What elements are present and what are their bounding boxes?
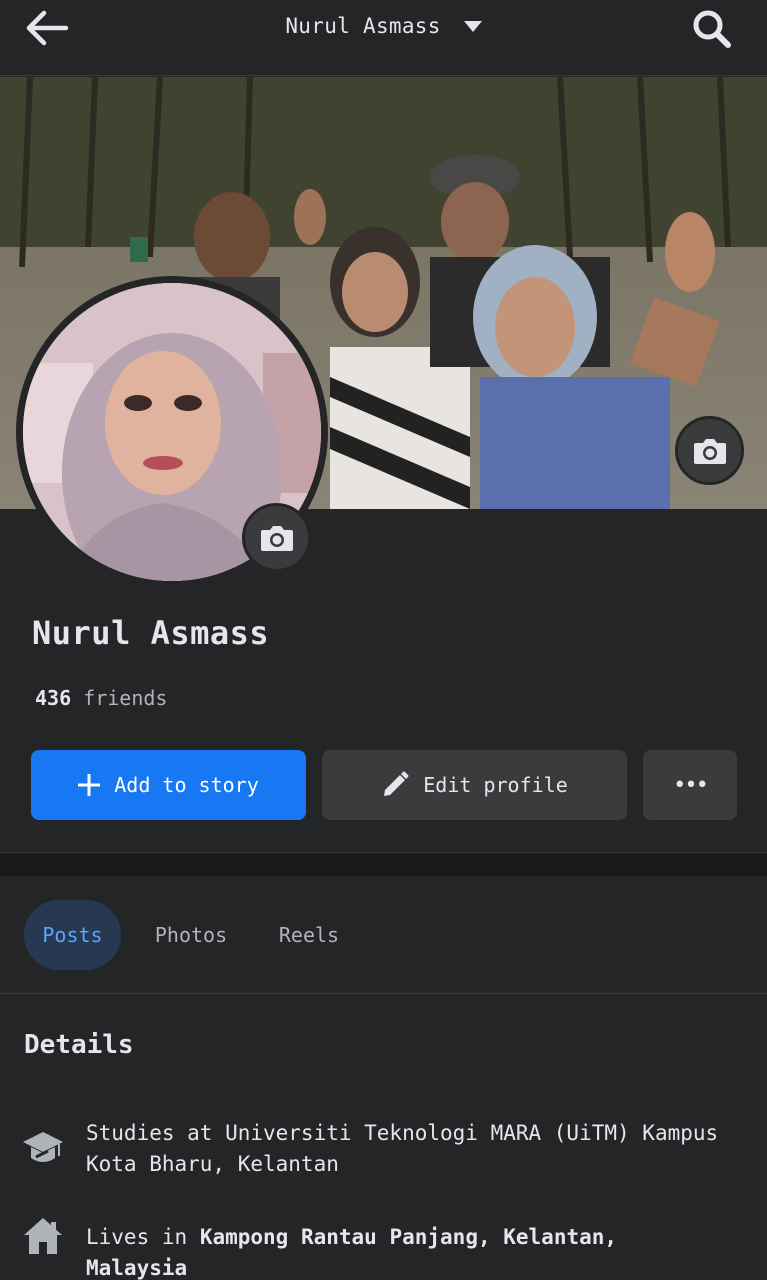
top-app-bar: Nurul Asmass — [0, 0, 767, 76]
friends-count-link[interactable]: 436 friends — [35, 686, 167, 710]
tab-reels[interactable]: Reels — [262, 900, 356, 970]
profile-name: Nurul Asmass — [32, 614, 270, 652]
search-icon — [693, 10, 731, 48]
edit-profile-label: Edit profile — [423, 773, 568, 797]
lives-text: Lives in Kampong Rantau Panjang, Kelanta… — [86, 1222, 726, 1280]
header-title: Nurul Asmass — [285, 14, 441, 38]
edit-cover-photo-button[interactable] — [675, 416, 744, 485]
edit-profile-picture-button[interactable] — [242, 503, 311, 572]
section-divider — [0, 852, 767, 876]
pencil-icon — [381, 771, 409, 799]
profile-tabs: Posts Photos Reels — [0, 876, 767, 994]
edit-profile-button[interactable]: Edit profile — [322, 750, 627, 820]
more-icon: ••• — [673, 772, 709, 798]
lives-prefix: Lives in — [86, 1225, 188, 1249]
profile-switcher[interactable]: Nurul Asmass — [0, 14, 767, 38]
studies-text: Studies at Universiti Teknologi MARA (Ui… — [86, 1121, 719, 1176]
add-to-story-label: Add to story — [114, 773, 259, 797]
friends-label: friends — [83, 686, 168, 710]
more-options-button[interactable]: ••• — [643, 750, 737, 820]
search-button[interactable] — [688, 6, 736, 50]
tab-posts[interactable]: Posts — [24, 900, 121, 970]
tab-photos[interactable]: Photos — [143, 900, 239, 970]
house-icon — [22, 1216, 64, 1260]
caret-down-icon — [463, 13, 482, 37]
camera-icon — [260, 525, 293, 551]
camera-icon — [693, 438, 726, 464]
plus-icon — [78, 774, 101, 796]
graduation-cap-icon — [22, 1128, 64, 1172]
friends-count: 436 — [35, 686, 72, 710]
add-to-story-button[interactable]: Add to story — [31, 750, 306, 820]
details-heading: Details — [24, 1030, 134, 1060]
